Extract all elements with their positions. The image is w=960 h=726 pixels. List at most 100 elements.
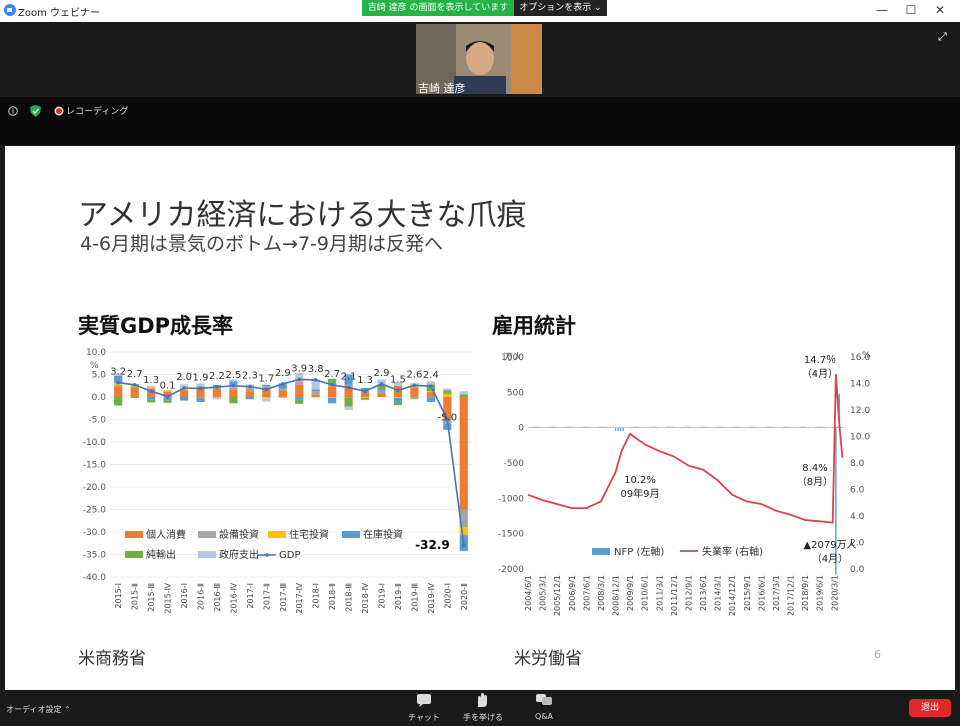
shield-icon[interactable] [30,105,41,117]
gdp-bar-segment-consumption [311,394,320,397]
gdp-line-point [248,384,252,389]
view-options-label: オプションを表示 [519,3,592,13]
emp-left-tick-label: -1000 [498,494,524,504]
gdp-x-tick-label: 2019-Ⅰ [378,583,387,609]
gdp-bar-segment-net_exports [130,397,139,398]
gdp-data-label: 1.3 [143,375,159,386]
audio-settings-button[interactable]: オーディオ設定 ⌃ [6,704,71,715]
gdp-legend-label: 個人消費 [146,528,186,541]
gdp-source: 米商務省 [78,649,146,669]
emp-x-tick-label: 2010/6/1 [641,575,650,611]
employment-chart: 10005000-500-1000-1500-200016.014.012.01… [498,351,871,616]
zoom-logo-icon [4,4,16,16]
employment-chart-heading: 雇用統計 [492,314,576,338]
emp-right-tick-label: 8.0 [850,459,865,469]
gdp-x-tick-label: 2015-Ⅳ [164,582,173,613]
close-icon[interactable]: ✕ [928,2,952,18]
gdp-bar-segment-investment [130,387,139,388]
gdp-bar-segment-net_exports [344,397,353,407]
gdp-bar-segment-net_exports [459,394,468,397]
raise-hand-label: 手を挙げる [463,713,503,722]
gdp-line-point [231,383,236,388]
gdp-x-tick-label: 2018-Ⅰ [312,583,321,609]
leave-button[interactable]: 退出 [909,699,951,717]
emp-annotation-date: （4月） [802,368,838,380]
emp-x-tick-label: 2006/9/1 [568,575,577,611]
gdp-bar-segment-inventory [328,397,337,404]
gdp-data-label: 1.9 [193,372,209,383]
gdp-bar-segment-inventory [245,397,254,400]
gdp-bar-segment-government [426,381,435,385]
emp-right-tick-label: 12.0 [850,406,870,416]
minimize-icon[interactable]: — [870,2,894,18]
gdp-x-tick-label: 2016-Ⅲ [213,583,222,612]
gdp-x-tick-label: 2017-Ⅰ [246,583,255,609]
gdp-bar-segment-consumption [245,391,254,397]
gdp-y-tick-label: -10.0 [83,438,107,448]
gdp-y-tick-label: -5.0 [88,416,106,426]
gdp-bar-segment-net_exports [295,399,304,404]
emp-annotation-value: 14.7％ [804,355,836,366]
gdp-bar-segment-government [196,383,205,387]
emp-left-unit: 万人 [504,352,522,363]
gdp-data-label: -5.0 [438,413,458,424]
gdp-x-tick-label: 2015-Ⅱ [131,583,140,610]
gdp-bar-segment-consumption [114,386,123,397]
gdp-legend-label: 在庫投資 [363,528,403,541]
gdp-bar-segment-investment [278,388,287,391]
gdp-data-label: 0.1 [160,381,176,392]
gdp-line-point [182,386,186,390]
gdp-line-point [461,543,466,547]
gdp-bar-segment-consumption [229,389,238,397]
gdp-bar-segment-investment [311,391,320,395]
gdp-bar-segment-consumption [410,387,419,397]
view-options-button[interactable]: オプションを表示 ⌄ [514,0,607,16]
info-icon[interactable] [8,106,18,116]
qa-button[interactable]: Q&A [524,692,564,721]
gdp-bar-segment-housing [278,397,287,398]
emp-x-tick-label: 2018/9/1 [801,575,810,611]
gdp-line-point [297,377,302,382]
gdp-line-point [165,394,170,399]
emp-left-tick-label: -500 [504,459,525,469]
gdp-data-label: 2.4 [423,370,439,381]
gdp-chart-heading: 実質GDP成長率 [78,314,234,338]
gdp-bar-segment-net_exports [229,397,238,404]
emp-annotation-date: （8月） [797,476,833,488]
gdp-bar-segment-government [459,391,468,395]
gdp-bar-segment-net_exports [393,401,403,406]
gdp-line-point [346,385,351,390]
emp-x-tick-label: 2008/12/1 [612,575,621,616]
gdp-bar-segment-consumption [179,390,189,397]
gdp-bar-segment-investment [410,397,419,399]
gdp-data-label: 2.9 [275,368,291,379]
gdp-x-tick-label: 2016-Ⅳ [229,582,238,613]
gdp-bar-segment-investment [229,388,238,390]
emp-annotation-date: 09年9月 [620,487,659,500]
gdp-x-tick-label: 2019-Ⅱ [394,583,403,610]
maximize-icon[interactable]: ☐ [899,2,923,18]
gdp-line-point [363,389,367,393]
emp-x-tick-label: 2019/6/1 [816,575,825,611]
raise-hand-button[interactable]: 手を挙げる [458,692,508,723]
gdp-legend-label: 設備投資 [219,528,259,541]
chevron-up-icon: ⌃ [64,705,71,714]
gdp-y-tick-label: 0.0 [92,393,107,403]
gdp-bar-segment-government [344,406,353,411]
raise-hand-icon [478,693,487,707]
emp-x-tick-label: 2007/6/1 [582,575,591,611]
emp-x-tick-label: 2008/3/1 [597,575,606,611]
fullscreen-icon[interactable]: ⤢ [938,30,952,44]
chat-button[interactable]: チャット [404,692,444,723]
gdp-bar-segment-consumption [328,386,337,397]
employment-source: 米労働省 [514,649,582,669]
gdp-data-label: 1.3 [357,375,373,386]
gdp-line-point [412,383,417,388]
emp-x-tick-label: 2005/12/1 [553,575,562,616]
gdp-data-label: 1.7 [258,373,274,384]
gdp-y-tick-label: -20.0 [83,483,107,493]
emp-left-tick-label: 0 [518,424,524,434]
gdp-x-tick-label: 2020-Ⅰ [443,583,452,609]
gdp-line-point [280,382,285,386]
gdp-bar-segment-consumption [212,388,222,397]
